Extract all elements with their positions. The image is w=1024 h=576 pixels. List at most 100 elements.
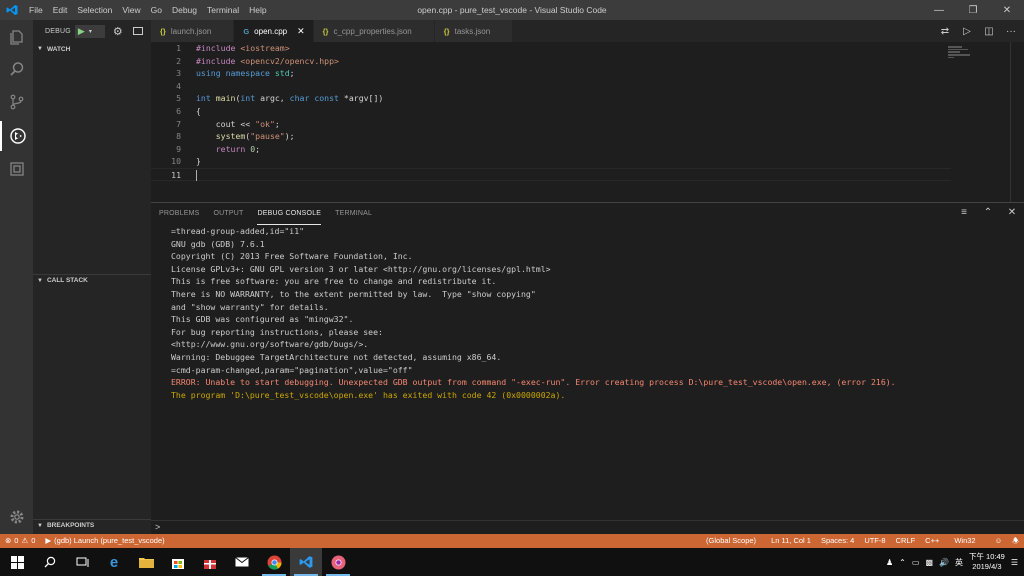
edge-browser-icon[interactable]: e xyxy=(98,548,130,576)
show-hidden-icons-icon[interactable]: ⌃ xyxy=(899,558,906,567)
clock-time: 下午 10:49 xyxy=(968,552,1005,561)
code-line[interactable]: 2 #include <opencv2/opencv.hpp> xyxy=(151,55,951,68)
split-editor-icon[interactable]: ◫ xyxy=(980,22,998,40)
debug-icon[interactable] xyxy=(0,121,33,151)
taskbar-search-icon[interactable] xyxy=(34,548,66,576)
watch-section-header[interactable]: ▼ WATCH xyxy=(33,43,151,55)
feedback-smiley-icon[interactable]: ☺ xyxy=(981,534,1008,548)
chevron-down-icon: ▼ xyxy=(37,277,43,284)
more-actions-icon[interactable]: ··· xyxy=(1002,22,1020,40)
code-line[interactable]: 9 return 0; xyxy=(151,143,951,156)
maximize-panel-icon[interactable]: ⌃ xyxy=(982,207,994,218)
open-console-icon[interactable] xyxy=(132,27,143,35)
clear-console-icon[interactable]: ≡ xyxy=(958,207,970,218)
code-line[interactable]: 3 using namespace std; xyxy=(151,67,951,80)
code-line[interactable]: 1 #include <iostream> xyxy=(151,42,951,55)
gear-icon[interactable]: ⚙ xyxy=(113,25,123,38)
network-icon[interactable]: ▩ xyxy=(925,558,933,567)
menu-debug[interactable]: Debug xyxy=(167,0,202,20)
mail-icon[interactable] xyxy=(226,548,258,576)
editor-scrollbar[interactable] xyxy=(1010,42,1024,202)
gift-app-icon[interactable] xyxy=(194,548,226,576)
run-icon[interactable]: ▷ xyxy=(958,22,976,40)
chrome-icon[interactable] xyxy=(258,548,290,576)
ime-indicator[interactable]: 英 xyxy=(955,557,963,568)
tab-open-cpp[interactable]: Gopen.cpp ✕ xyxy=(234,20,314,42)
call-stack-section-header[interactable]: ▼ CALL STACK xyxy=(33,274,151,286)
search-icon[interactable] xyxy=(0,54,33,84)
code-editor[interactable]: 1 #include <iostream> 2 #include <opencv2/o… xyxy=(151,42,951,200)
code-line[interactable]: 6{ xyxy=(151,105,951,118)
close-tab-icon[interactable]: ✕ xyxy=(297,26,305,37)
breakpoints-section-header[interactable]: ▼ BREAKPOINTS xyxy=(33,519,151,531)
extensions-icon[interactable] xyxy=(0,154,33,184)
restore-button[interactable]: ❐ xyxy=(956,0,990,20)
settings-gear-icon[interactable] xyxy=(0,502,33,532)
code-line[interactable]: 10} xyxy=(151,155,951,168)
launch-config-label: (gdb) Launch (pure_test_vscode) xyxy=(54,536,165,545)
minimize-button[interactable]: — xyxy=(922,0,956,20)
panel-tab-terminal[interactable]: TERMINAL xyxy=(335,203,372,225)
activity-bar xyxy=(0,20,33,534)
file-explorer-icon[interactable] xyxy=(130,548,162,576)
start-debug-icon[interactable]: ▶ xyxy=(78,26,85,37)
tab-c-cpp-properties-json[interactable]: {} c_cpp_properties.json xyxy=(313,20,435,42)
line-source: using namespace std; xyxy=(196,68,300,79)
menu-go[interactable]: Go xyxy=(146,0,167,20)
menu-view[interactable]: View xyxy=(117,0,145,20)
indentation-status[interactable]: Spaces: 4 xyxy=(816,534,859,548)
chevron-down-icon: ▼ xyxy=(37,522,43,529)
menu-selection[interactable]: Selection xyxy=(72,0,117,20)
cpp-file-icon: G xyxy=(243,26,250,36)
encoding-status[interactable]: UTF-8 xyxy=(859,534,890,548)
json-file-icon: {} xyxy=(443,26,450,36)
call-stack-label: CALL STACK xyxy=(46,277,88,284)
debug-console-input[interactable]: > xyxy=(151,520,1024,534)
tab-launch-json[interactable]: {} launch.json xyxy=(151,20,235,42)
breakpoints-label: BREAKPOINTS xyxy=(46,522,95,529)
close-panel-icon[interactable]: ✕ xyxy=(1006,207,1018,218)
code-line[interactable]: 8 system("pause"); xyxy=(151,130,951,143)
scope-status[interactable]: (Global Scope) xyxy=(701,534,761,548)
code-line[interactable]: 7 cout << "ok"; xyxy=(151,118,951,131)
clock[interactable]: 下午 10:49 2019/4/3 xyxy=(969,552,1005,572)
volume-icon[interactable]: 🔊 xyxy=(939,558,949,567)
battery-icon[interactable]: ▭ xyxy=(912,558,920,567)
language-mode[interactable]: C++ xyxy=(920,534,944,548)
windows-start-icon[interactable] xyxy=(0,548,34,576)
code-line[interactable]: 5 int main(int argc, char const *argv[]) xyxy=(151,92,951,105)
eol-status[interactable]: CRLF xyxy=(891,534,921,548)
clock-date: 2019/4/3 xyxy=(972,562,1002,571)
line-number: 6 xyxy=(176,105,181,116)
notifications-bell-icon[interactable]: 🕭 xyxy=(1007,534,1024,548)
explorer-icon[interactable] xyxy=(0,22,33,52)
line-number: 10 xyxy=(171,156,181,167)
store-icon[interactable] xyxy=(162,548,194,576)
code-line[interactable]: 11 xyxy=(151,167,951,181)
code-line[interactable]: 4 xyxy=(151,80,951,93)
debug-config-select[interactable]: ▶ ▾ xyxy=(74,24,105,38)
menu-help[interactable]: Help xyxy=(244,0,271,20)
panel-tab-problems[interactable]: PROBLEMS xyxy=(159,203,200,225)
platform-status[interactable]: Win32 xyxy=(944,534,980,548)
line-source xyxy=(181,169,197,181)
people-icon[interactable]: ♟ xyxy=(886,558,893,567)
panel-tab-output[interactable]: OUTPUT xyxy=(214,203,244,225)
problems-status[interactable]: ⊗ 0 ⚠ 0 xyxy=(0,534,40,548)
cursor-position[interactable]: Ln 11, Col 1 xyxy=(761,534,816,548)
menu-edit[interactable]: Edit xyxy=(48,0,73,20)
menu-file[interactable]: File xyxy=(24,0,48,20)
close-window-button[interactable]: ✕ xyxy=(990,0,1024,20)
vscode-taskbar-icon[interactable] xyxy=(290,548,322,576)
menu-terminal[interactable]: Terminal xyxy=(202,0,244,20)
json-file-icon: {} xyxy=(322,26,329,36)
task-view-icon[interactable] xyxy=(66,548,98,576)
panel-tab-debug-console[interactable]: DEBUG CONSOLE xyxy=(257,203,322,225)
source-control-icon[interactable] xyxy=(0,87,33,117)
tab-tasks-json[interactable]: {} tasks.json xyxy=(434,20,514,42)
debug-launch-status[interactable]: ▶ (gdb) Launch (pure_test_vscode) xyxy=(40,534,169,548)
chrome-canary-icon[interactable] xyxy=(322,548,354,576)
action-center-icon[interactable]: ☰ xyxy=(1011,558,1018,567)
minimap[interactable] xyxy=(948,46,972,66)
open-changes-icon[interactable]: ⇄ xyxy=(936,22,954,40)
